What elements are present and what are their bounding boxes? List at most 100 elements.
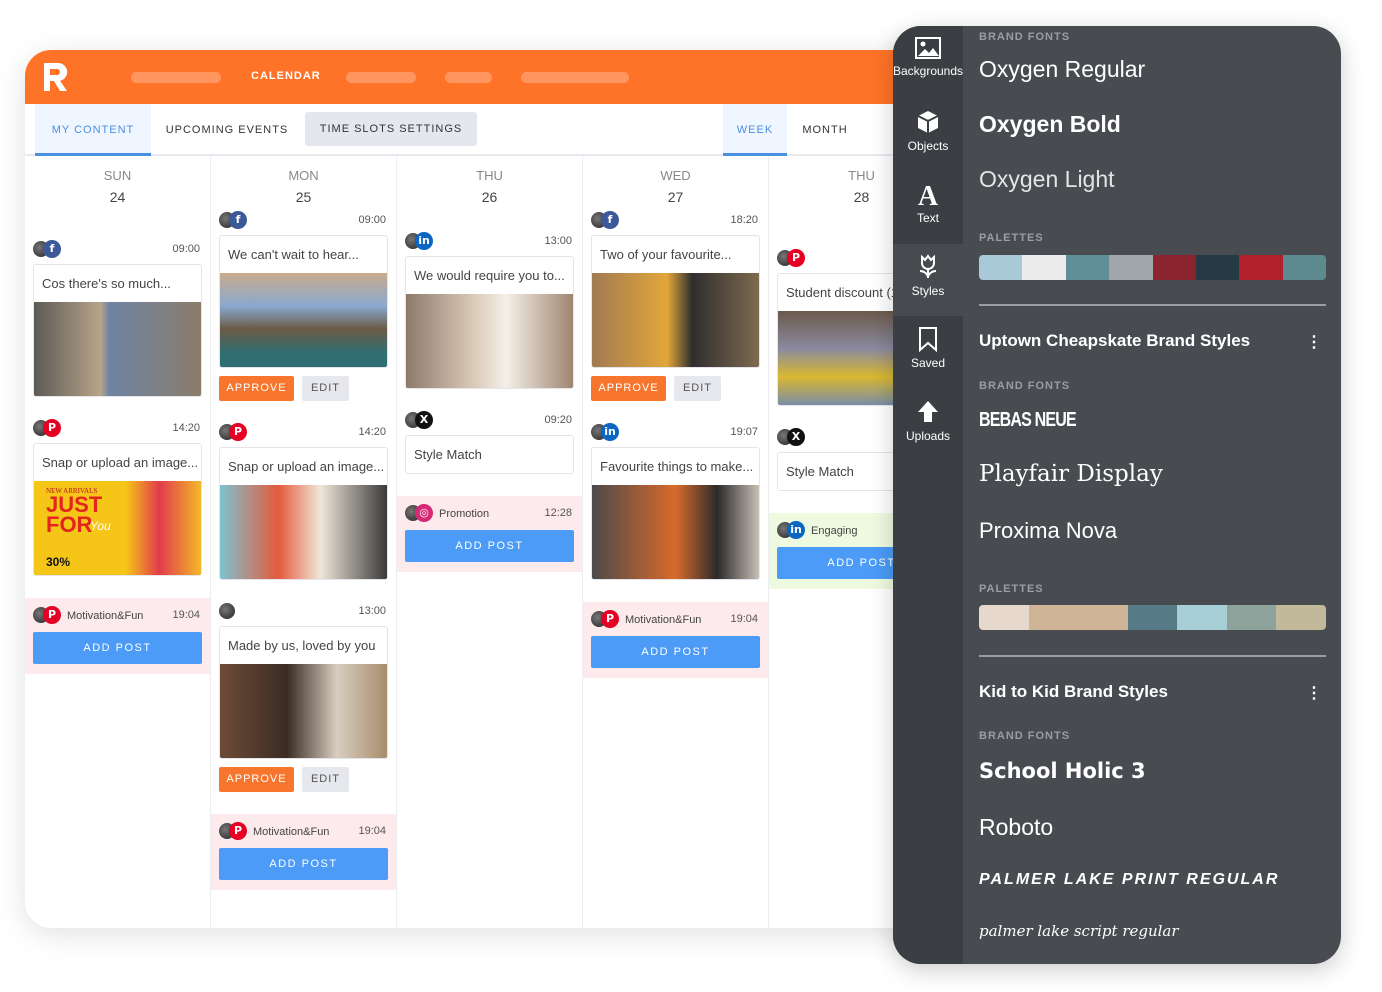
post-card[interactable]: Cos there's so much... [33, 264, 202, 397]
color-swatch[interactable] [979, 605, 1029, 630]
tab-my-content[interactable]: MY CONTENT [35, 104, 151, 156]
day-name: THU [476, 168, 503, 183]
post-card[interactable]: We can't wait to hear... [219, 235, 388, 368]
post-image [592, 273, 759, 367]
nav-item-calendar[interactable]: CALENDAR [251, 70, 321, 82]
brand-font[interactable]: Oxygen Regular [979, 56, 1145, 83]
view-week-button[interactable]: WEEK [723, 104, 787, 156]
rail-item-uploads[interactable]: Uploads [893, 389, 963, 461]
color-swatch[interactable] [1276, 605, 1326, 630]
palettes-label: PALETTES [979, 583, 1044, 595]
approve-button[interactable]: APPROVE [219, 376, 294, 401]
view-month-button[interactable]: MONTH [791, 104, 859, 156]
content-tabs: MY CONTENT UPCOMING EVENTS TIME SLOTS SE… [25, 104, 925, 156]
color-swatch[interactable] [1028, 605, 1079, 630]
post[interactable]: 13:00 Made by us, loved by you APPROVE EDIT [219, 602, 388, 792]
color-swatch[interactable] [1152, 255, 1196, 280]
color-palette[interactable] [979, 255, 1326, 280]
rail-item-saved[interactable]: Saved [893, 316, 963, 388]
post-caption: Made by us, loved by you [228, 638, 376, 653]
color-swatch[interactable] [1239, 255, 1283, 280]
color-swatch[interactable] [1109, 255, 1153, 280]
post-header: P 14:20 [219, 423, 388, 443]
edit-button[interactable]: EDIT [302, 376, 349, 401]
brand-font[interactable]: School Holic 3 [979, 759, 1146, 783]
x-icon: X [415, 411, 433, 429]
post[interactable]: in 19:07 Favourite things to make... [591, 423, 760, 580]
post-actions: APPROVE EDIT [219, 767, 388, 792]
add-post-button[interactable]: ADD POST [219, 848, 388, 880]
post-card[interactable]: Snap or upload an image... NEW ARRIVALS JU… [33, 443, 202, 576]
post[interactable]: f 18:20 Two of your favourite... APPROVE EDI… [591, 211, 760, 401]
color-swatch[interactable] [1226, 605, 1277, 630]
more-options-icon[interactable]: ⋮ [1306, 332, 1322, 352]
post-card[interactable]: Made by us, loved by you [219, 626, 388, 759]
brand-font[interactable]: Proxima Nova [979, 518, 1117, 544]
add-post-button[interactable]: ADD POST [591, 636, 760, 668]
brand-font[interactable]: Oxygen Bold [979, 111, 1121, 138]
nav-item-blurred[interactable] [521, 72, 629, 83]
top-nav-bar: CALENDAR [25, 50, 925, 104]
post-actions: APPROVE EDIT [219, 376, 388, 401]
edit-button[interactable]: EDIT [674, 376, 721, 401]
approve-button[interactable]: APPROVE [591, 376, 666, 401]
post-card[interactable]: Favourite things to make... [591, 447, 760, 580]
post-card[interactable]: Two of your favourite... [591, 235, 760, 368]
post-card[interactable]: We would require you to... [405, 256, 574, 389]
post-header: in 19:07 [591, 423, 760, 443]
post-image [220, 485, 387, 579]
approve-button[interactable]: APPROVE [219, 767, 294, 792]
rail-item-label: Text [916, 211, 939, 225]
pinterest-icon: P [787, 249, 805, 267]
facebook-icon: f [43, 240, 61, 258]
brand-font[interactable]: BEBAS NEUE [979, 409, 1077, 432]
color-swatch[interactable] [1195, 255, 1240, 280]
post[interactable]: P 14:20 Snap or upload an image... [219, 423, 388, 580]
promo-text: 30% [46, 555, 71, 569]
nav-item-blurred[interactable] [131, 72, 221, 83]
post[interactable]: f 09:00 We can't wait to hear... APPROVE EDI… [219, 211, 388, 401]
color-swatch[interactable] [1078, 605, 1128, 630]
color-swatch[interactable] [1177, 605, 1227, 630]
nav-item-blurred[interactable] [445, 72, 492, 83]
rail-item-styles[interactable]: Styles [893, 243, 963, 316]
add-post-button[interactable]: ADD POST [405, 530, 574, 562]
post-card[interactable]: Style Match [405, 435, 574, 474]
more-options-icon[interactable]: ⋮ [1306, 683, 1322, 703]
tab-upcoming-events[interactable]: UPCOMING EVENTS [155, 104, 299, 156]
post[interactable]: P 14:20 Snap or upload an image... NEW ARRI… [33, 419, 202, 576]
image-icon [893, 36, 963, 60]
post[interactable]: f 09:00 Cos there's so much... [33, 240, 202, 397]
color-swatch[interactable] [1022, 255, 1066, 280]
color-swatch[interactable] [1282, 255, 1326, 280]
nav-item-blurred[interactable] [346, 72, 416, 83]
add-post-button[interactable]: ADD POST [33, 632, 202, 664]
brand-font[interactable]: Oxygen Light [979, 166, 1115, 193]
post[interactable]: in 13:00 We would require you to... [405, 232, 574, 389]
color-swatch[interactable] [1065, 255, 1110, 280]
rail-item-backgrounds[interactable]: Backgrounds [893, 26, 963, 98]
post[interactable]: X 09:20 Style Match [405, 411, 574, 474]
brand-font[interactable]: PALMER LAKE PRINT REGULAR [979, 871, 1279, 889]
day-column: THU 26 in 13:00 We would require you to... X 0… [397, 156, 583, 928]
post-header: in 13:00 [405, 232, 574, 252]
post-time: 19:04 [358, 825, 386, 837]
brand-font[interactable]: palmer lake script regular [979, 922, 1179, 940]
tab-time-slots-settings[interactable]: TIME SLOTS SETTINGS [305, 112, 477, 146]
color-swatch[interactable] [979, 255, 1023, 280]
slot-label: Motivation&Fun [253, 826, 330, 838]
time-slot: P Motivation&Fun 19:04 ADD POST [211, 814, 396, 890]
color-swatch[interactable] [1127, 605, 1178, 630]
edit-button[interactable]: EDIT [302, 767, 349, 792]
promo-text: You [90, 519, 111, 533]
linkedin-icon: in [415, 232, 433, 250]
color-palette[interactable] [979, 605, 1326, 630]
post-time: 09:20 [544, 414, 572, 426]
rail-item-objects[interactable]: Objects [893, 99, 963, 171]
rail-item-text[interactable]: A Text [893, 171, 963, 243]
app-logo[interactable] [41, 61, 71, 93]
brand-font[interactable]: Playfair Display [979, 461, 1163, 487]
post-header: X 09:20 [405, 411, 574, 431]
post-card[interactable]: Snap or upload an image... [219, 447, 388, 580]
brand-font[interactable]: Roboto [979, 814, 1053, 841]
